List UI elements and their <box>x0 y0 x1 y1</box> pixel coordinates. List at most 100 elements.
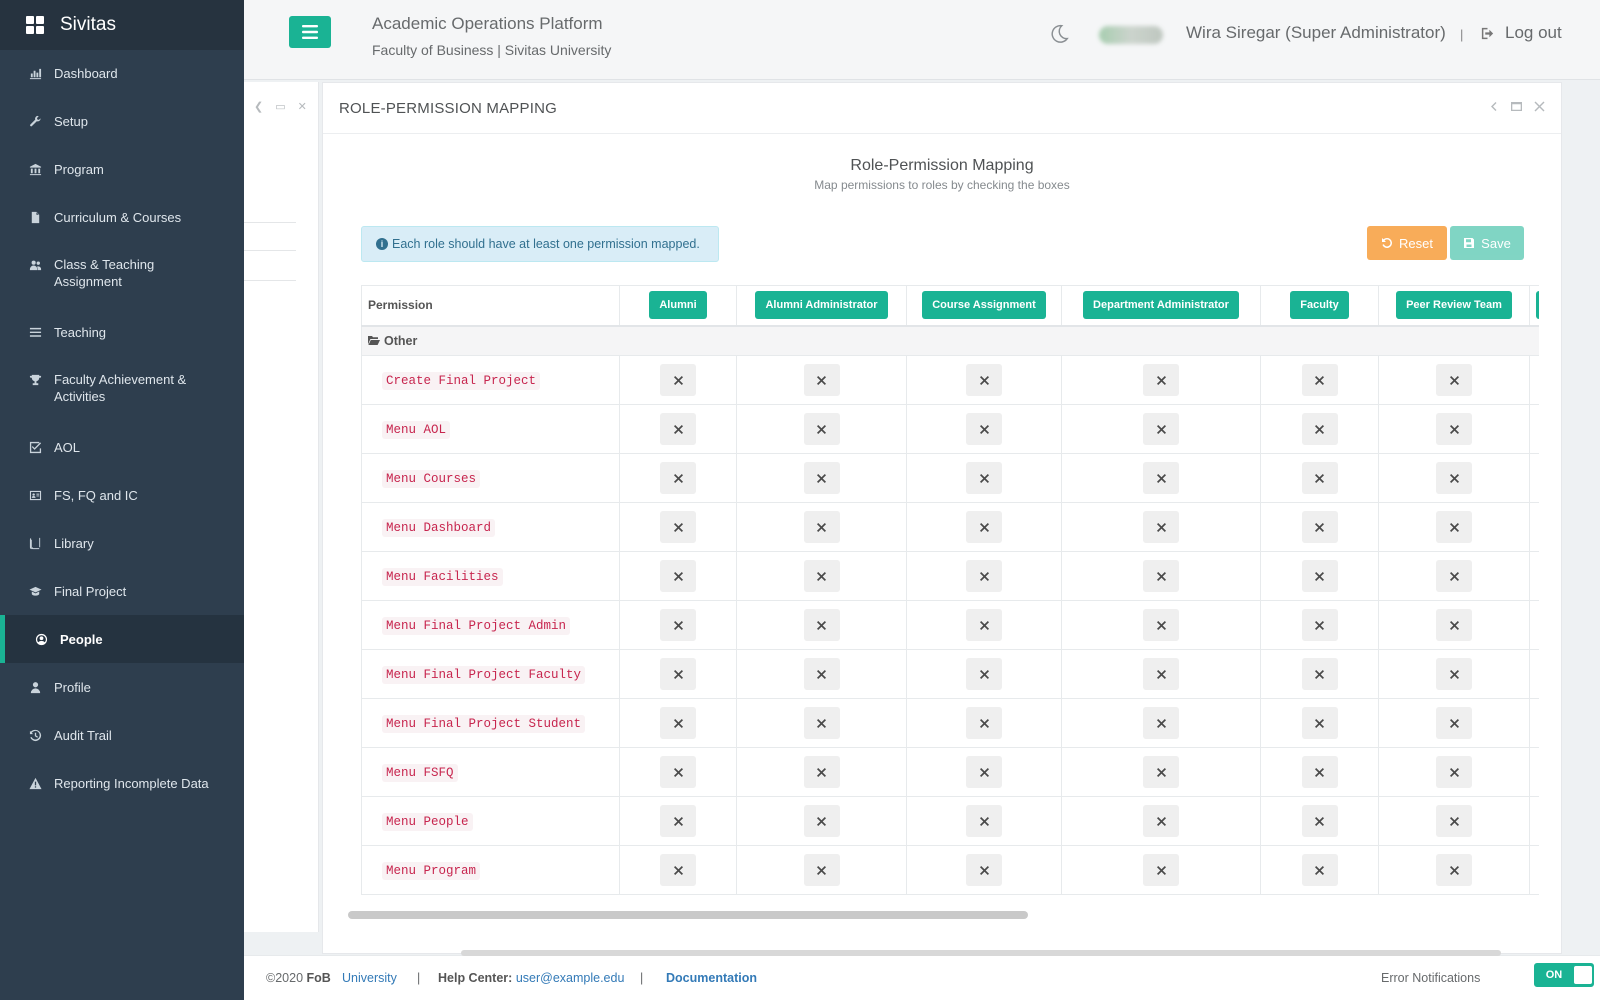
user-name[interactable]: Wira Siregar (Super Administrator) <box>1186 23 1446 43</box>
sidebar-item-fs-fq-and-ic[interactable]: FS, FQ and IC <box>0 471 244 519</box>
reset-button[interactable]: Reset <box>1367 226 1447 260</box>
mapping-toggle[interactable] <box>1436 560 1472 592</box>
close-icon[interactable] <box>1534 101 1545 112</box>
mapping-toggle[interactable] <box>1436 756 1472 788</box>
mapping-toggle[interactable] <box>803 560 840 592</box>
mapping-toggle[interactable] <box>966 609 1002 641</box>
mapping-toggle[interactable] <box>660 560 696 592</box>
mapping-toggle[interactable] <box>1436 854 1472 886</box>
mapping-toggle[interactable] <box>1301 364 1338 396</box>
sidebar-item-program[interactable]: Program <box>0 145 244 193</box>
mapping-toggle[interactable] <box>660 609 696 641</box>
sidebar-item-reporting-incomplete-data[interactable]: Reporting Incomplete Data <box>0 759 244 807</box>
mapping-toggle[interactable] <box>1301 560 1338 592</box>
mapping-toggle[interactable] <box>1301 854 1338 886</box>
close-icon[interactable]: ✕ <box>298 100 307 113</box>
fob-link[interactable]: FoB <box>307 971 331 985</box>
mapping-toggle[interactable] <box>803 462 840 494</box>
sidebar-item-library[interactable]: Library <box>0 519 244 567</box>
mapping-toggle[interactable] <box>1143 462 1179 494</box>
sidebar-item-faculty-achievement-activities[interactable]: Faculty Achievement & Activities <box>0 356 244 423</box>
mapping-toggle[interactable] <box>1436 609 1472 641</box>
mapping-toggle[interactable] <box>803 609 840 641</box>
mapping-toggle[interactable] <box>966 854 1002 886</box>
mapping-toggle[interactable] <box>803 511 840 543</box>
sidebar-item-class-teaching-assignment[interactable]: Class & Teaching Assignment <box>0 241 244 308</box>
role-badge[interactable]: Peer Review Team <box>1396 291 1512 320</box>
mapping-toggle[interactable] <box>660 462 696 494</box>
documentation-link[interactable]: Documentation <box>666 971 757 985</box>
mapping-toggle[interactable] <box>1143 707 1179 739</box>
mapping-toggle[interactable] <box>1143 658 1179 690</box>
mapping-toggle[interactable] <box>1301 756 1338 788</box>
mapping-toggle[interactable] <box>1436 707 1472 739</box>
sidebar-item-setup[interactable]: Setup <box>0 97 244 145</box>
mapping-toggle[interactable] <box>1436 658 1472 690</box>
role-badge-partial[interactable] <box>1536 291 1539 320</box>
mapping-toggle[interactable] <box>660 707 696 739</box>
mapping-toggle[interactable] <box>966 658 1002 690</box>
mapping-toggle[interactable] <box>660 756 696 788</box>
mapping-toggle[interactable] <box>1143 854 1179 886</box>
mapping-toggle[interactable] <box>1436 413 1472 445</box>
mapping-toggle[interactable] <box>1301 805 1338 837</box>
mapping-toggle[interactable] <box>966 756 1002 788</box>
sidebar-item-profile[interactable]: Profile <box>0 663 244 711</box>
mapping-toggle[interactable] <box>966 805 1002 837</box>
error-notifications-toggle[interactable]: ON <box>1534 963 1594 987</box>
logout-link[interactable]: Log out <box>1480 23 1562 43</box>
help-email-link[interactable]: user@example.edu <box>516 971 625 985</box>
mapping-toggle[interactable] <box>1301 511 1338 543</box>
mapping-toggle[interactable] <box>1143 560 1179 592</box>
mapping-toggle[interactable] <box>803 707 840 739</box>
mapping-toggle[interactable] <box>966 413 1002 445</box>
mapping-toggle[interactable] <box>1301 413 1338 445</box>
horizontal-scrollbar[interactable] <box>348 911 1028 919</box>
mapping-toggle[interactable] <box>1143 609 1179 641</box>
mapping-toggle[interactable] <box>1436 364 1472 396</box>
mapping-toggle[interactable] <box>966 707 1002 739</box>
mapping-toggle[interactable] <box>803 756 840 788</box>
mapping-toggle[interactable] <box>1436 805 1472 837</box>
sidebar-item-curriculum-courses[interactable]: Curriculum & Courses <box>0 193 244 241</box>
role-badge[interactable]: Faculty <box>1290 291 1349 320</box>
mapping-toggle[interactable] <box>803 854 840 886</box>
mapping-toggle[interactable] <box>966 462 1002 494</box>
sidebar-item-final-project[interactable]: Final Project <box>0 567 244 615</box>
mapping-toggle[interactable] <box>1436 462 1472 494</box>
dark-mode-toggle[interactable] <box>1048 23 1070 45</box>
maximize-icon[interactable]: ▭ <box>275 100 285 113</box>
role-badge[interactable]: Alumni <box>649 291 707 320</box>
chevron-left-icon[interactable] <box>1488 101 1499 112</box>
mapping-toggle[interactable] <box>1143 413 1179 445</box>
mapping-toggle[interactable] <box>966 364 1002 396</box>
sidebar-item-aol[interactable]: AOL <box>0 423 244 471</box>
mapping-toggle[interactable] <box>803 658 840 690</box>
mapping-toggle[interactable] <box>1301 462 1338 494</box>
sidebar-item-teaching[interactable]: Teaching <box>0 308 244 356</box>
role-badge[interactable]: Course Assignment <box>922 291 1046 320</box>
mapping-toggle[interactable] <box>660 413 696 445</box>
menu-toggle-button[interactable] <box>289 16 331 48</box>
sidebar-item-people[interactable]: People <box>0 615 244 663</box>
sidebar-item-audit-trail[interactable]: Audit Trail <box>0 711 244 759</box>
mapping-toggle[interactable] <box>803 805 840 837</box>
sidebar-item-dashboard[interactable]: Dashboard <box>0 49 244 97</box>
mapping-toggle[interactable] <box>660 854 696 886</box>
brand[interactable]: Sivitas <box>0 0 244 50</box>
mapping-toggle[interactable] <box>803 364 840 396</box>
permission-table-wrapper[interactable]: Permission Alumni Alumni Administrator Cour… <box>361 285 1539 895</box>
mapping-toggle[interactable] <box>660 511 696 543</box>
maximize-icon[interactable] <box>1511 101 1522 112</box>
mapping-toggle[interactable] <box>1301 707 1338 739</box>
mapping-toggle[interactable] <box>966 560 1002 592</box>
mapping-toggle[interactable] <box>966 511 1002 543</box>
mapping-toggle[interactable] <box>660 805 696 837</box>
footer-scrollbar[interactable] <box>461 950 1501 956</box>
mapping-toggle[interactable] <box>1301 658 1338 690</box>
mapping-toggle[interactable] <box>1143 364 1179 396</box>
mapping-toggle[interactable] <box>660 364 696 396</box>
mapping-toggle[interactable] <box>1143 511 1179 543</box>
mapping-toggle[interactable] <box>803 413 840 445</box>
mapping-toggle[interactable] <box>1436 511 1472 543</box>
